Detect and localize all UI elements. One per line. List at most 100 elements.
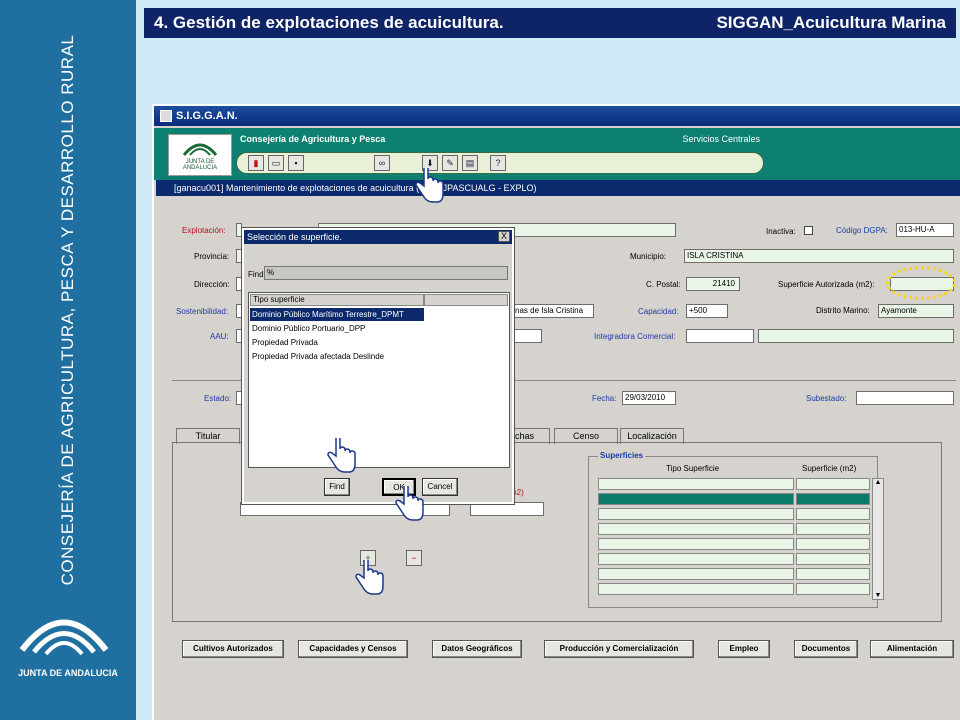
produccion-comercializacion-button[interactable]: Producción y Comercialización xyxy=(544,640,694,658)
grid-cell[interactable] xyxy=(598,583,794,595)
edit-icon[interactable]: ✎ xyxy=(442,155,458,171)
app-titlebar: S.I.G.G.A.N. xyxy=(154,106,960,126)
inactiva-checkbox[interactable] xyxy=(804,226,813,235)
cultivos-autorizados-button[interactable]: Cultivos Autorizados xyxy=(182,640,284,658)
app-title: S.I.G.G.A.N. xyxy=(176,110,238,122)
integradora-field[interactable] xyxy=(686,329,754,343)
estado-label: Estado: xyxy=(204,394,232,403)
list-item[interactable]: Propiedad Privada xyxy=(250,336,424,349)
aau-extra-field[interactable] xyxy=(512,329,542,343)
sostenibilidad-desc-field[interactable]: nas de Isla Cristina xyxy=(512,304,594,318)
junta-app-logo-text: JUNTA DE ANDALUCIA xyxy=(182,159,218,171)
grid-cell[interactable] xyxy=(598,568,794,580)
superficies-title: Superficies xyxy=(598,451,646,460)
slide-title-right: SIGGAN_Acuicultura Marina xyxy=(716,13,946,32)
dialog-titlebar: Selección de superficie. X xyxy=(244,230,512,244)
grid-cell[interactable] xyxy=(598,538,794,550)
slide-title-bar: 4. Gestión de explotaciones de acuicultu… xyxy=(144,8,956,38)
print-icon[interactable]: ▤ xyxy=(462,155,478,171)
subestado-label: Subestado: xyxy=(806,394,847,403)
subestado-field[interactable] xyxy=(856,391,954,405)
list-column-header: Tipo superficie xyxy=(250,294,424,306)
junta-app-logo: JUNTA DE ANDALUCIA xyxy=(168,134,232,176)
grid-cell-selected[interactable] xyxy=(598,493,794,505)
list-column-header-empty xyxy=(424,294,508,306)
codigo-dgpa-field[interactable]: 013-HU-A xyxy=(896,223,954,237)
list-item[interactable]: Propiedad Privada afectada Deslinde xyxy=(250,350,424,363)
junta-logo-text: JUNTA DE ANDALUCIA xyxy=(18,668,118,678)
municipio-field[interactable]: ISLA CRISTINA xyxy=(684,249,954,263)
distrito-marino-label: Distrito Marino: xyxy=(816,306,870,315)
inactiva-label: Inactiva: xyxy=(766,227,796,236)
pointer-hand-icon xyxy=(327,438,356,473)
capacidades-censos-button[interactable]: Capacidades y Censos xyxy=(298,640,408,658)
find-input[interactable]: % xyxy=(264,266,508,280)
grid-cell[interactable] xyxy=(598,508,794,520)
list-item[interactable]: Dominio Público Marítimo Terrestre_DPMT xyxy=(250,308,424,321)
grid-cell[interactable] xyxy=(796,523,870,535)
grid-cell[interactable] xyxy=(796,583,870,595)
col-tipo-superficie: Tipo Superficie xyxy=(666,464,720,473)
exit-icon[interactable]: ▮ xyxy=(248,155,264,171)
slide-title: 4. Gestión de explotaciones de acuicultu… xyxy=(154,13,504,32)
fecha-field[interactable]: 29/03/2010 xyxy=(622,391,676,405)
cancel-button[interactable]: Cancel xyxy=(422,478,458,496)
aau-label: AAU: xyxy=(210,332,229,341)
superficie-autorizada-label: Superficie Autorizada (m2): xyxy=(778,280,875,289)
codigo-dgpa-label: Código DGPA: xyxy=(836,226,888,235)
grid-cell[interactable] xyxy=(796,568,870,580)
service-name: Servicios Centrales xyxy=(682,134,760,144)
empleo-button[interactable]: Empleo xyxy=(718,640,770,658)
pointer-hand-icon xyxy=(395,486,424,521)
datos-geograficos-button[interactable]: Datos Geográficos xyxy=(432,640,522,658)
remove-row-icon[interactable]: − xyxy=(406,550,422,566)
superficie-list: Tipo superficie Dominio Público Marítimo… xyxy=(248,292,510,468)
help-icon[interactable]: ? xyxy=(490,155,506,171)
pointer-hand-icon xyxy=(355,560,384,595)
grid-scrollbar[interactable]: ▲ ▼ xyxy=(872,478,884,600)
grid-cell[interactable] xyxy=(796,538,870,550)
app-window: S.I.G.G.A.N. JUNTA DE ANDALUCIA Consejer… xyxy=(152,104,960,720)
pointer-hand-icon xyxy=(415,168,444,203)
binoculars-icon[interactable]: ∞ xyxy=(374,155,390,171)
save-icon[interactable]: ▪ xyxy=(288,155,304,171)
cpostal-field[interactable]: 21410 xyxy=(686,277,740,291)
grid-cell-selected[interactable] xyxy=(796,493,870,505)
cpostal-label: C. Postal: xyxy=(646,280,681,289)
list-item[interactable]: Dominio Público Portuario_DPP xyxy=(250,322,424,335)
integradora-label: Integradora Comercial: xyxy=(594,332,676,341)
junta-app-logo-icon xyxy=(182,143,218,156)
seleccion-superficie-dialog: Selección de superficie. X Find % Tipo s… xyxy=(241,227,515,505)
grid-cell[interactable] xyxy=(598,523,794,535)
sidebar-text: CONSEJERÍA DE AGRICULTURA, PESCA Y DESAR… xyxy=(58,34,77,586)
grid-cell[interactable] xyxy=(796,508,870,520)
window-icon xyxy=(160,110,172,122)
close-icon[interactable]: X xyxy=(498,231,510,242)
folder-icon[interactable]: ▭ xyxy=(268,155,284,171)
sostenibilidad-label: Sostenibilidad: xyxy=(176,307,229,316)
provincia-label: Provincia: xyxy=(194,252,230,261)
dialog-title: Selección de superficie. xyxy=(247,232,343,242)
documentos-button[interactable]: Documentos xyxy=(794,640,858,658)
grid-cell[interactable] xyxy=(796,478,870,490)
capacidad-field[interactable]: +500 xyxy=(686,304,728,318)
alimentacion-button[interactable]: Alimentación xyxy=(870,640,954,658)
integradora-name-field[interactable] xyxy=(758,329,954,343)
find-button[interactable]: Find xyxy=(324,478,350,496)
direccion-label: Dirección: xyxy=(194,280,230,289)
highlight-circle xyxy=(886,266,956,300)
distrito-marino-field[interactable]: Ayamonte xyxy=(878,304,954,318)
form-title: [ganacu001] Mantenimiento de explotacion… xyxy=(156,180,960,196)
slide-sidebar: CONSEJERÍA DE AGRICULTURA, PESCA Y DESAR… xyxy=(0,0,136,720)
grid-cell[interactable] xyxy=(598,478,794,490)
explotacion-label: Explotación: xyxy=(182,226,226,235)
org-name: Consejería de Agricultura y Pesca xyxy=(240,134,386,144)
find-label: Find xyxy=(248,270,264,279)
col-superficie-m2: Superficie (m2) xyxy=(802,464,857,473)
municipio-label: Municipio: xyxy=(630,252,667,261)
grid-cell[interactable] xyxy=(598,553,794,565)
junta-logo-icon xyxy=(19,619,109,656)
grid-cell[interactable] xyxy=(796,553,870,565)
scroll-down-icon[interactable]: ▼ xyxy=(873,592,883,599)
superficie-field[interactable] xyxy=(470,502,544,516)
